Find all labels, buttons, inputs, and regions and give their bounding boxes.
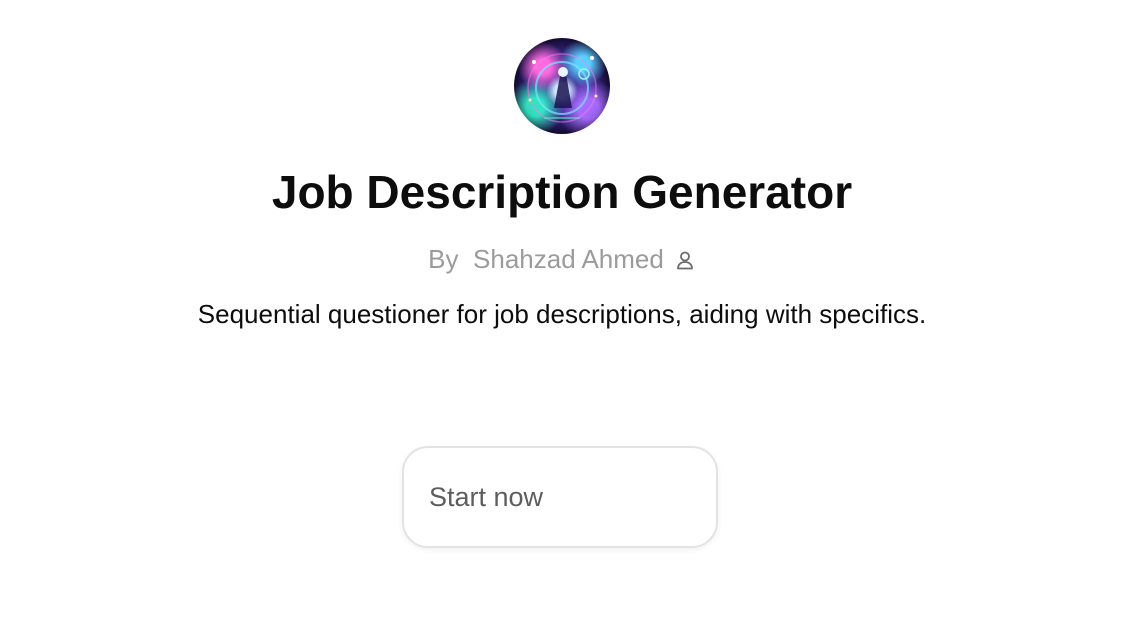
author-byline: By Shahzad Ahmed [0, 242, 1124, 276]
user-icon [674, 249, 696, 271]
gpt-description: Sequential questioner for job descriptio… [197, 299, 927, 329]
gpt-landing-page: Job Description Generator By Shahzad Ahm… [0, 0, 1138, 634]
gpt-title: Job Description Generator [271, 166, 853, 218]
avatar-artwork-icon [527, 53, 598, 123]
author-label: By Shahzad Ahmed [428, 242, 664, 276]
start-now-button[interactable]: Start now [402, 446, 718, 548]
gpt-avatar [514, 38, 610, 134]
author-name: Shahzad Ahmed [473, 244, 664, 274]
author-prefix: By [428, 244, 459, 274]
